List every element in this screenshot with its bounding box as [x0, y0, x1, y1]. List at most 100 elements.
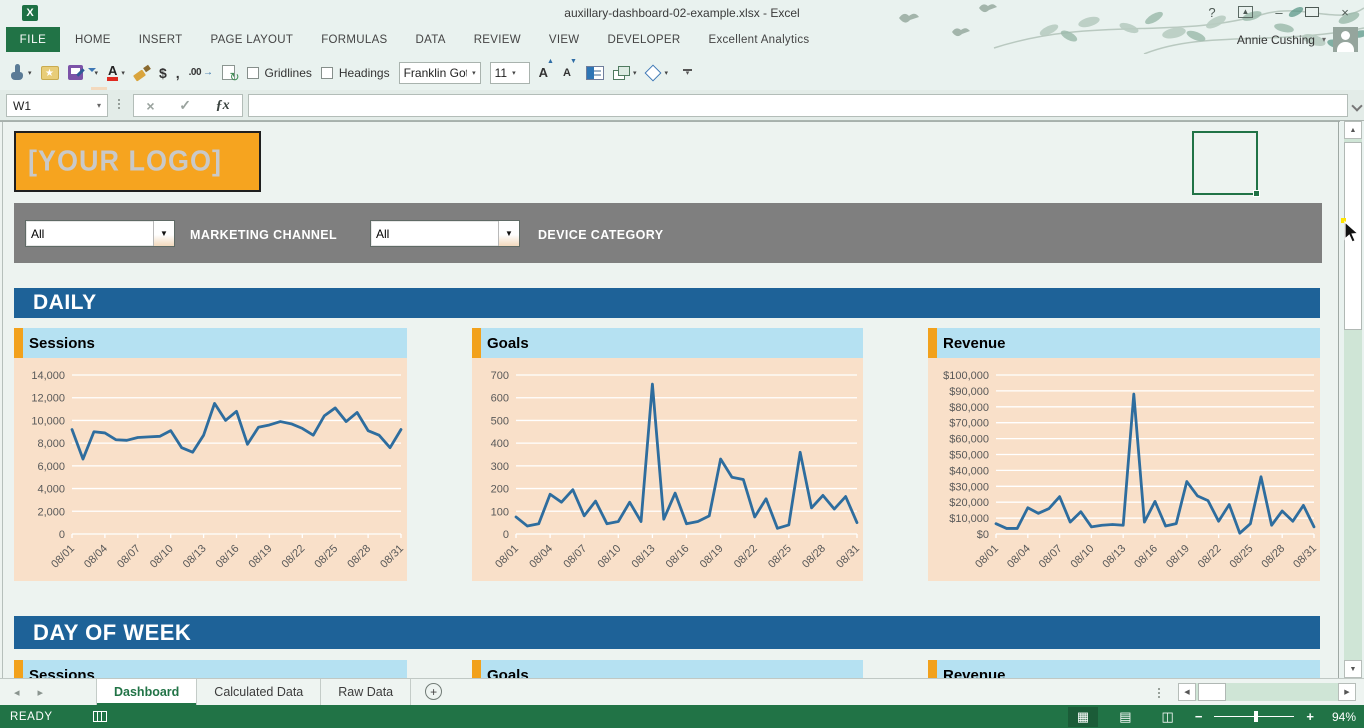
page-layout-view-icon[interactable]: ▤	[1110, 707, 1140, 727]
tab-data[interactable]: DATA	[402, 34, 460, 46]
confirm-entry-icon[interactable]: ✓	[179, 97, 191, 114]
insert-function-icon[interactable]: ƒx	[216, 98, 230, 114]
title-bar: X auxillary-dashboard-02-example.xlsx - …	[0, 0, 1364, 26]
svg-text:08/04: 08/04	[82, 543, 110, 571]
svg-text:8,000: 8,000	[37, 438, 65, 450]
arrange-windows-button[interactable]: ▾	[613, 62, 637, 84]
excel-window: X auxillary-dashboard-02-example.xlsx - …	[0, 0, 1364, 728]
account-menu[interactable]: Annie Cushing ▾	[1237, 26, 1358, 53]
svg-text:08/07: 08/07	[561, 543, 589, 571]
zoom-out-button[interactable]: −	[1195, 709, 1203, 724]
marketing-channel-select[interactable]: All ▼	[25, 220, 175, 247]
svg-text:400: 400	[491, 438, 509, 450]
device-category-select[interactable]: All ▼	[370, 220, 520, 247]
fill-color-button[interactable]: ▾	[92, 62, 99, 84]
user-name: Annie Cushing	[1237, 33, 1315, 47]
ribbon-display-options-icon[interactable]: ▲	[1238, 6, 1253, 18]
sheet-tab-calculated-data[interactable]: Calculated Data	[197, 679, 321, 705]
chart-header-revenue: Revenue	[928, 328, 1320, 358]
comma-style-button[interactable]: ,	[176, 62, 180, 84]
zoom-level: 94%	[1326, 710, 1356, 724]
tab-excellent-analytics[interactable]: Excellent Analytics	[694, 34, 823, 46]
orange-accent-bar	[928, 328, 937, 358]
help-icon[interactable]: ?	[1205, 5, 1219, 20]
formula-input[interactable]	[248, 94, 1348, 117]
font-name-select[interactable]: Franklin Goth▾	[399, 62, 481, 84]
font-color-button[interactable]: A▾	[107, 62, 125, 84]
font-size-select[interactable]: 11▾	[490, 62, 530, 84]
section-header-daily: DAILY	[14, 288, 1320, 318]
format-painter-icon	[134, 66, 150, 80]
logo-placeholder: [YOUR LOGO]	[14, 131, 261, 192]
tab-home[interactable]: HOME	[61, 34, 125, 46]
tab-view[interactable]: VIEW	[535, 34, 594, 46]
decrease-decimal-button[interactable]: .00→	[189, 62, 213, 84]
normal-view-icon[interactable]: ▦	[1068, 707, 1098, 727]
format-painter-button[interactable]	[134, 62, 150, 84]
scroll-up-icon[interactable]: ▲	[1344, 121, 1362, 139]
expand-formula-bar-icon[interactable]	[1351, 100, 1362, 111]
increase-font-size-button[interactable]: A▲	[539, 62, 554, 84]
save-document-icon	[68, 65, 83, 80]
accounting-format-button[interactable]: $	[159, 62, 167, 84]
tab-developer[interactable]: DEVELOPER	[593, 34, 694, 46]
svg-text:08/16: 08/16	[214, 543, 242, 571]
horizontal-scrollbar-thumb[interactable]	[1198, 683, 1226, 701]
svg-text:08/13: 08/13	[181, 543, 209, 571]
save-as-button[interactable]	[68, 62, 83, 84]
page-break-view-icon[interactable]: ◫	[1153, 707, 1183, 727]
zoom-in-button[interactable]: +	[1306, 709, 1314, 724]
status-mode: READY	[10, 711, 53, 723]
minimize-icon[interactable]: –	[1272, 5, 1286, 20]
customize-toolbar-button[interactable]: ▾	[683, 69, 692, 76]
horizontal-scrollbar[interactable]: ◀ ▶	[1178, 683, 1356, 701]
combo-dropdown-icon[interactable]: ▼	[153, 221, 174, 246]
favorites-folder-button[interactable]: ★	[41, 62, 59, 84]
scroll-left-icon[interactable]: ◀	[1178, 683, 1196, 701]
zoom-slider-thumb[interactable]	[1254, 711, 1258, 722]
refresh-all-button[interactable]: ↻	[222, 62, 238, 84]
svg-text:08/01: 08/01	[493, 543, 521, 571]
sheet-tab-dashboard[interactable]: Dashboard	[96, 679, 197, 705]
next-sheet-icon[interactable]: ▸	[38, 686, 44, 699]
decrease-font-size-button[interactable]: A▼	[563, 62, 577, 84]
gridlines-toggle[interactable]: Gridlines	[247, 62, 312, 84]
name-box-dropdown-icon[interactable]: ▾	[97, 101, 101, 110]
cancel-entry-icon[interactable]: ×	[146, 98, 154, 114]
touch-mode-button[interactable]: ▾	[10, 62, 32, 84]
tab-insert[interactable]: INSERT	[125, 34, 197, 46]
worksheet-area[interactable]: [YOUR LOGO] All ▼ MARKETING CHANNEL All …	[0, 121, 1340, 678]
document-title: auxillary-dashboard-02-example.xlsx - Ex…	[0, 6, 1364, 20]
restore-icon[interactable]	[1305, 7, 1319, 17]
daily-revenue-chart[interactable]: $100,000$90,000$80,000$70,000$60,000$50,…	[928, 358, 1320, 581]
prev-sheet-icon[interactable]: ◂	[14, 686, 20, 699]
daily-goals-chart[interactable]: 700600500400300200100008/0108/0408/0708/…	[472, 358, 863, 581]
tab-formulas[interactable]: FORMULAS	[307, 34, 401, 46]
svg-text:08/10: 08/10	[595, 543, 623, 571]
new-sheet-button[interactable]: +	[425, 683, 442, 700]
svg-text:200: 200	[491, 484, 509, 496]
gridlines-checkbox[interactable]	[247, 67, 259, 79]
daily-sessions-chart[interactable]: 14,00012,00010,0008,0006,0004,0002,00000…	[14, 358, 407, 581]
tab-file[interactable]: FILE	[6, 27, 60, 52]
zoom-slider[interactable]	[1214, 716, 1294, 717]
sheet-tab-raw-data[interactable]: Raw Data	[321, 679, 411, 705]
avatar[interactable]	[1333, 27, 1358, 52]
svg-text:08/01: 08/01	[49, 543, 77, 571]
properties-button[interactable]	[586, 62, 604, 84]
selection-pane-button[interactable]: ▾	[645, 62, 668, 84]
combo-dropdown-icon[interactable]: ▼	[498, 221, 519, 246]
name-box[interactable]: W1 ▾	[6, 94, 108, 117]
tab-review[interactable]: REVIEW	[460, 34, 535, 46]
pane-border	[1338, 121, 1339, 678]
scroll-right-icon[interactable]: ▶	[1338, 683, 1356, 701]
tab-page-layout[interactable]: PAGE LAYOUT	[196, 34, 307, 46]
macro-record-icon[interactable]	[93, 711, 107, 722]
vertical-scrollbar[interactable]: ▲ ▼	[1344, 121, 1362, 678]
scroll-down-icon[interactable]: ▼	[1344, 660, 1362, 678]
close-icon[interactable]: ×	[1338, 5, 1352, 20]
headings-checkbox[interactable]	[321, 67, 333, 79]
svg-text:08/07: 08/07	[1037, 543, 1065, 571]
tab-bar-divider	[1158, 688, 1160, 698]
headings-toggle[interactable]: Headings	[321, 62, 390, 84]
